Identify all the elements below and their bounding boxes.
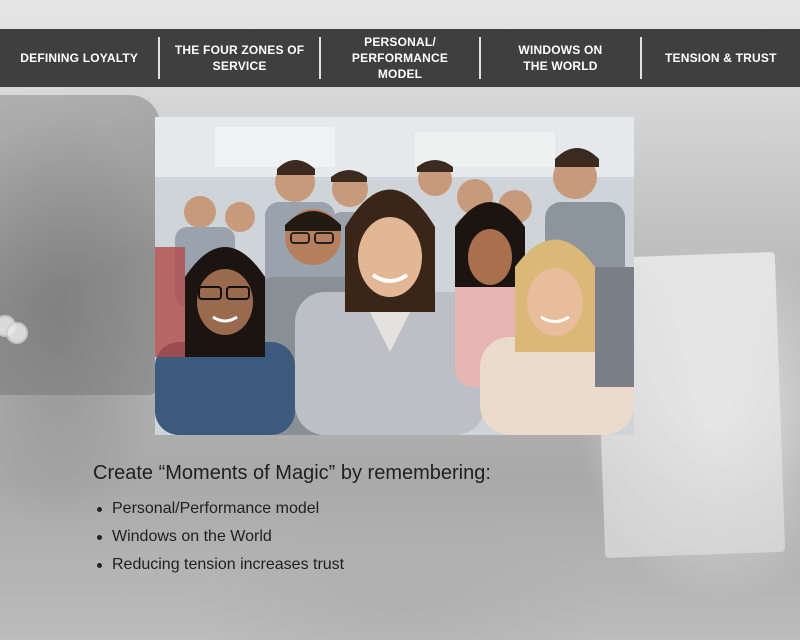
nav-tension-and-trust[interactable]: TENSION & TRUST [642, 29, 800, 87]
group-photo-illustration [155, 117, 634, 435]
top-navigation: DEFINING LOYALTY THE FOUR ZONES OF SERVI… [0, 29, 800, 87]
nav-personal-performance-model[interactable]: PERSONAL/ PERFORMANCE MODEL [321, 29, 479, 87]
nav-defining-loyalty[interactable]: DEFINING LOYALTY [0, 29, 158, 87]
bullet-text: Personal/Performance model [112, 500, 320, 517]
bullet-text: Windows on the World [112, 528, 272, 545]
bullet-item: Windows on the World [93, 523, 733, 551]
bullet-dot-icon [97, 562, 102, 568]
headline: Create “Moments of Magic” by remembering… [93, 462, 491, 484]
bullet-list: Personal/Performance model Windows on th… [93, 495, 733, 579]
bullet-dot-icon [97, 534, 102, 540]
jacket-sleeve [0, 95, 160, 395]
group-photo [155, 117, 634, 435]
nav-windows-on-the-world[interactable]: WINDOWS ON THE WORLD [481, 29, 639, 87]
cuff-button-decoration [6, 322, 28, 344]
nav-four-zones-of-service[interactable]: THE FOUR ZONES OF SERVICE [160, 29, 318, 87]
bullet-item: Personal/Performance model [93, 495, 733, 523]
bullet-item: Reducing tension increases trust [93, 551, 733, 579]
bullet-dot-icon [97, 506, 102, 512]
slide-text: Create “Moments of Magic” by remembering… [93, 462, 733, 579]
bullet-text: Reducing tension increases trust [112, 556, 345, 573]
